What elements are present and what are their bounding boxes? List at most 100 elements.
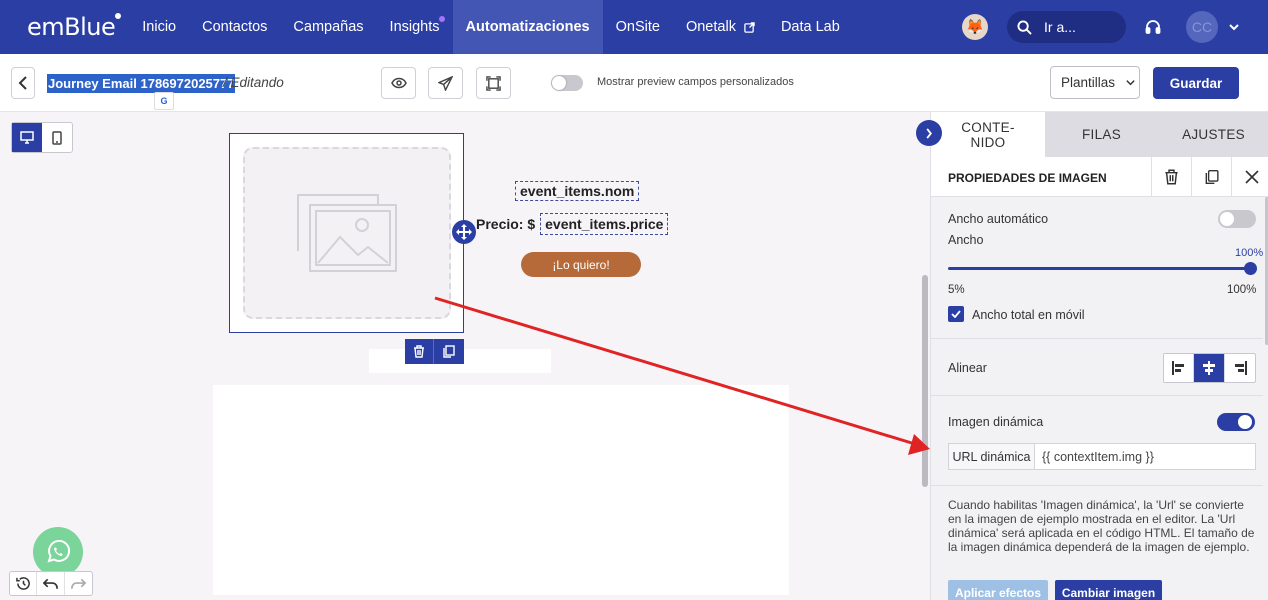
- auto-width-label: Ancho automático: [948, 212, 1049, 226]
- whatsapp-icon: [47, 539, 71, 563]
- move-handle-icon[interactable]: [452, 220, 476, 244]
- dynamic-image-help-text: Cuando habilitas 'Imagen dinámica', la '…: [948, 498, 1255, 554]
- price-merge-tag[interactable]: event_items.price: [540, 213, 669, 235]
- align-center-button[interactable]: [1194, 354, 1225, 382]
- mascot-avatar-icon[interactable]: 🦊: [962, 14, 988, 40]
- width-min-label: 5%: [948, 284, 965, 296]
- user-avatar[interactable]: CC: [1186, 11, 1218, 43]
- image-block-selected[interactable]: [229, 133, 464, 333]
- external-link-icon: [744, 21, 755, 33]
- dynamic-url-input[interactable]: {{ contextItem.img }}: [1035, 444, 1154, 469]
- mobile-full-width-checkbox[interactable]: [948, 306, 964, 322]
- dynamic-image-section: Imagen dinámica: [931, 396, 1263, 486]
- align-button-group: [1163, 353, 1256, 383]
- chevron-down-icon: [1126, 80, 1135, 86]
- tab-contenido[interactable]: CONTE- NIDO: [931, 112, 1045, 157]
- paper-plane-icon: [438, 75, 453, 91]
- align-left-button[interactable]: [1164, 354, 1195, 382]
- nav-item-insights[interactable]: Insights: [377, 0, 453, 54]
- mobile-icon: [52, 130, 62, 145]
- properties-header: PROPIEDADES DE IMAGEN: [931, 157, 1268, 197]
- search-icon: [1017, 19, 1032, 35]
- close-panel-button[interactable]: [1231, 157, 1268, 197]
- align-right-icon: [1234, 361, 1247, 375]
- width-max-label: 100%: [1227, 284, 1257, 296]
- product-name-merge-tag[interactable]: event_items.nom: [515, 181, 640, 201]
- history-button[interactable]: [10, 572, 38, 595]
- delete-image-button[interactable]: [1151, 157, 1191, 197]
- mobile-view-button[interactable]: [42, 123, 72, 152]
- collapse-panel-button[interactable]: [916, 120, 942, 146]
- image-placeholder-icon: [297, 194, 397, 272]
- price-row[interactable]: Precio: $ event_items.price: [476, 213, 669, 235]
- auto-width-toggle[interactable]: [1218, 210, 1256, 228]
- journey-title[interactable]: Journey Email 1786972025777: [47, 74, 236, 93]
- nav-item-insights-label: Insights: [389, 19, 440, 35]
- nav-item-onetalk-label: Onetalk: [685, 19, 736, 35]
- duplicate-image-button[interactable]: [1191, 157, 1231, 197]
- align-left-icon: [1171, 361, 1184, 375]
- editor-toolbar: Journey Email 1786972025777 G / Editando…: [0, 54, 1268, 112]
- templates-dropdown[interactable]: Plantillas: [1050, 66, 1140, 99]
- search-placeholder: Ir a...: [1044, 19, 1076, 35]
- email-body-area[interactable]: [213, 385, 789, 595]
- nav-item-onsite[interactable]: OnSite: [603, 0, 673, 54]
- save-button[interactable]: Guardar: [1153, 67, 1239, 99]
- apply-effects-button[interactable]: Aplicar efectos: [948, 580, 1048, 600]
- translate-icon[interactable]: G: [154, 92, 174, 110]
- nav-item-automatizaciones[interactable]: Automatizaciones: [452, 0, 603, 54]
- align-label: Alinear: [948, 361, 987, 375]
- dynamic-image-label: Imagen dinámica: [948, 415, 1044, 429]
- nav-item-onetalk[interactable]: Onetalk: [673, 0, 768, 54]
- preview-button[interactable]: [381, 67, 416, 99]
- dynamic-url-field: URL dinámica {{ contextItem.img }}: [948, 443, 1256, 470]
- history-controls: [9, 571, 93, 596]
- logo-dot: [115, 13, 122, 19]
- image-placeholder[interactable]: [243, 147, 451, 319]
- block-toolbar: [405, 339, 464, 364]
- preview-fields-toggle[interactable]: [551, 75, 583, 91]
- nav-item-inicio[interactable]: Inicio: [129, 0, 189, 54]
- tab-filas[interactable]: FILAS: [1045, 112, 1158, 157]
- layout-button[interactable]: [476, 67, 511, 99]
- undo-button[interactable]: [37, 572, 65, 595]
- redo-icon: [70, 578, 86, 589]
- editing-status: / Editando: [223, 75, 284, 90]
- send-test-button[interactable]: [428, 67, 463, 99]
- emblue-logo[interactable]: emBlue: [27, 13, 122, 41]
- history-icon: [15, 577, 30, 590]
- back-button[interactable]: [11, 67, 35, 99]
- redo-button[interactable]: [65, 572, 92, 595]
- width-slider-track[interactable]: [948, 267, 1250, 270]
- align-center-icon: [1203, 361, 1216, 375]
- canvas-scrollbar[interactable]: [922, 275, 928, 487]
- whatsapp-button[interactable]: [33, 527, 83, 577]
- templates-label: Plantillas: [1061, 75, 1116, 90]
- cta-button[interactable]: ¡Lo quiero!: [521, 252, 641, 277]
- delete-block-button[interactable]: [405, 339, 434, 364]
- nav-item-contactos[interactable]: Contactos: [189, 0, 280, 54]
- search-input[interactable]: Ir a...: [1007, 11, 1126, 43]
- frame-icon: [486, 75, 501, 91]
- chevron-down-icon[interactable]: [1228, 21, 1240, 33]
- copy-icon: [443, 345, 455, 358]
- close-icon: [1244, 170, 1259, 184]
- tab-ajustes[interactable]: AJUSTES: [1158, 112, 1268, 157]
- undo-icon: [43, 578, 58, 589]
- width-value: 100%: [1235, 247, 1264, 259]
- mobile-full-width-label: Ancho total en móvil: [972, 308, 1085, 322]
- trash-icon: [1165, 169, 1178, 185]
- duplicate-block-button[interactable]: [434, 339, 463, 364]
- change-image-button[interactable]: Cambiar imagen: [1055, 580, 1162, 600]
- desktop-icon: [20, 131, 34, 144]
- align-right-button[interactable]: [1225, 354, 1255, 382]
- device-switcher: [11, 122, 73, 153]
- desktop-view-button[interactable]: [12, 123, 42, 152]
- chevron-right-icon: [926, 127, 933, 139]
- dynamic-image-toggle[interactable]: [1217, 413, 1255, 431]
- headset-icon[interactable]: [1145, 19, 1161, 35]
- nav-item-datalab[interactable]: Data Lab: [768, 0, 853, 54]
- width-slider-handle[interactable]: [1244, 262, 1257, 275]
- width-label: Ancho: [948, 233, 984, 247]
- nav-item-campanas[interactable]: Campañas: [280, 0, 376, 54]
